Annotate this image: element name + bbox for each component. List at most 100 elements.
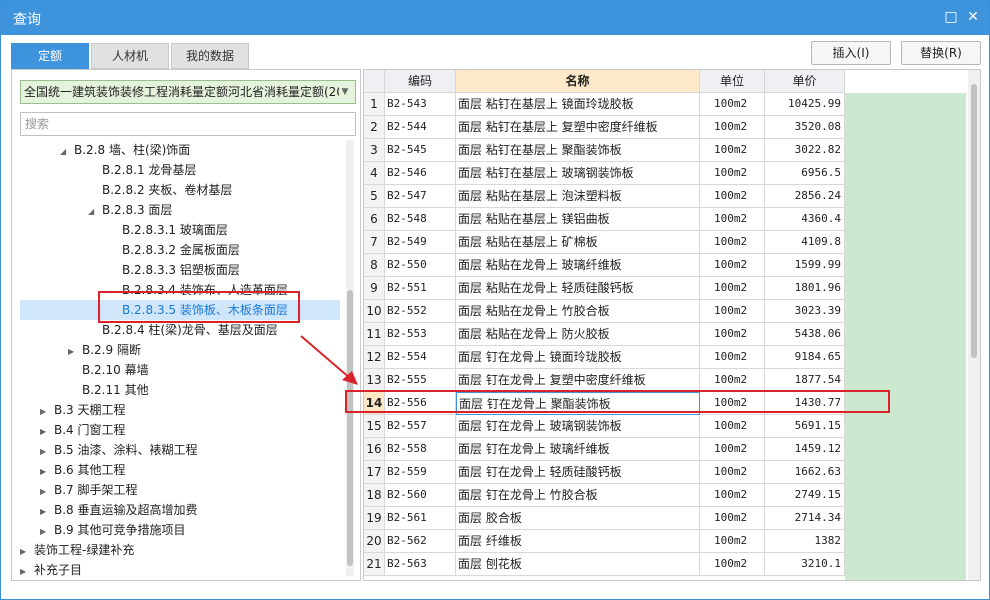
cell-unit[interactable]: 100m2 <box>700 93 765 116</box>
cell-no[interactable]: 14 <box>364 392 385 415</box>
expand-toggle-icon[interactable]: ▶ <box>40 402 54 422</box>
cell-name[interactable]: 面层 钉在龙骨上 镜面玲珑胶板 <box>456 346 700 369</box>
cell-unit[interactable]: 100m2 <box>700 484 765 507</box>
tab-labor-material[interactable]: 人材机 <box>91 43 169 69</box>
cell-name[interactable]: 面层 钉在龙骨上 轻质硅酸钙板 <box>456 461 700 484</box>
cell-unit[interactable]: 100m2 <box>700 277 765 300</box>
cell-price[interactable]: 1877.54 <box>765 369 845 392</box>
cell-unit[interactable]: 100m2 <box>700 162 765 185</box>
column-header[interactable]: 编码 <box>385 70 456 93</box>
expand-toggle-icon[interactable]: ▶ <box>40 442 54 462</box>
cell-no[interactable]: 15 <box>364 415 385 438</box>
cell-name[interactable]: 面层 钉在龙骨上 聚酯装饰板 <box>456 392 700 415</box>
expand-toggle-icon[interactable]: ▶ <box>40 422 54 442</box>
column-header[interactable]: 单价 <box>765 70 845 93</box>
expand-toggle-icon[interactable]: ▶ <box>68 342 82 362</box>
expand-toggle-icon[interactable]: ▶ <box>20 542 34 562</box>
insert-button[interactable]: 插入(I) <box>811 41 891 65</box>
cell-unit[interactable]: 100m2 <box>700 185 765 208</box>
tree-node[interactable]: ▶ 装饰工程-绿建补充 <box>20 540 340 560</box>
tree-node[interactable]: ▶ B.8 垂直运输及超高增加费 <box>20 500 340 520</box>
cell-unit[interactable]: 100m2 <box>700 507 765 530</box>
tree-node[interactable]: B.2.10 幕墙 <box>20 360 340 380</box>
cell-unit[interactable]: 100m2 <box>700 300 765 323</box>
tree-node[interactable]: ▶ B.6 其他工程 <box>20 460 340 480</box>
expand-toggle-icon[interactable]: ▶ <box>40 462 54 482</box>
cell-unit[interactable]: 100m2 <box>700 392 765 415</box>
cell-name[interactable]: 面层 粘钉在基层上 聚酯装饰板 <box>456 139 700 162</box>
cell-no[interactable]: 17 <box>364 461 385 484</box>
cell-name[interactable]: 面层 粘钉在基层上 复塑中密度纤维板 <box>456 116 700 139</box>
cell-unit[interactable]: 100m2 <box>700 438 765 461</box>
cell-no[interactable]: 7 <box>364 231 385 254</box>
cell-unit[interactable]: 100m2 <box>700 346 765 369</box>
close-icon[interactable]: ✕ <box>963 7 983 27</box>
cell-code[interactable]: B2-558 <box>385 438 456 461</box>
tree-node[interactable]: ▶ B.5 油漆、涂料、裱糊工程 <box>20 440 340 460</box>
tree-node[interactable]: B.2.8.4 柱(梁)龙骨、基层及面层 <box>20 320 340 340</box>
column-header[interactable]: 单位 <box>700 70 765 93</box>
cell-code[interactable]: B2-554 <box>385 346 456 369</box>
expand-toggle-icon[interactable]: ▶ <box>40 482 54 502</box>
cell-name[interactable]: 面层 粘贴在基层上 泡沫塑料板 <box>456 185 700 208</box>
cell-no[interactable]: 21 <box>364 553 385 576</box>
tree-node[interactable]: ▶ B.3 天棚工程 <box>20 400 340 420</box>
cell-code[interactable]: B2-547 <box>385 185 456 208</box>
tree-node[interactable]: ◢ B.2.8 墙、柱(梁)饰面 <box>20 140 340 160</box>
tree-node[interactable]: ▶ B.7 脚手架工程 <box>20 480 340 500</box>
tree-node[interactable]: ▶ 补充子目 <box>20 560 340 576</box>
cell-unit[interactable]: 100m2 <box>700 254 765 277</box>
cell-price[interactable]: 1662.63 <box>765 461 845 484</box>
cell-price[interactable]: 1599.99 <box>765 254 845 277</box>
cell-price[interactable]: 6956.5 <box>765 162 845 185</box>
tree-node[interactable]: B.2.8.3.3 铝塑板面层 <box>20 260 340 280</box>
cell-code[interactable]: B2-550 <box>385 254 456 277</box>
tree-node[interactable]: ◢ B.2.8.3 面层 <box>20 200 340 220</box>
cell-price[interactable]: 5438.06 <box>765 323 845 346</box>
cell-no[interactable]: 12 <box>364 346 385 369</box>
cell-name[interactable]: 面层 纤维板 <box>456 530 700 553</box>
cell-name[interactable]: 面层 粘贴在基层上 镁铝曲板 <box>456 208 700 231</box>
tree-node[interactable]: B.2.8.1 龙骨基层 <box>20 160 340 180</box>
cell-no[interactable]: 5 <box>364 185 385 208</box>
cell-name[interactable]: 面层 粘贴在基层上 矿棉板 <box>456 231 700 254</box>
cell-code[interactable]: B2-543 <box>385 93 456 116</box>
cell-code[interactable]: B2-548 <box>385 208 456 231</box>
cell-unit[interactable]: 100m2 <box>700 116 765 139</box>
cell-no[interactable]: 20 <box>364 530 385 553</box>
cell-unit[interactable]: 100m2 <box>700 208 765 231</box>
cell-unit[interactable]: 100m2 <box>700 415 765 438</box>
tree-node[interactable]: B.2.8.3.5 装饰板、木板条面层 <box>20 300 340 320</box>
cell-price[interactable]: 2856.24 <box>765 185 845 208</box>
cell-no[interactable]: 13 <box>364 369 385 392</box>
tab-my-data[interactable]: 我的数据 <box>171 43 249 69</box>
tree-node[interactable]: B.2.8.3.4 装饰布、人造革面层 <box>20 280 340 300</box>
cell-unit[interactable]: 100m2 <box>700 461 765 484</box>
expand-toggle-icon[interactable]: ◢ <box>60 142 74 162</box>
cell-price[interactable]: 1430.77 <box>765 392 845 415</box>
cell-name[interactable]: 面层 胶合板 <box>456 507 700 530</box>
search-input[interactable]: 搜索 <box>20 112 356 136</box>
expand-toggle-icon[interactable]: ◢ <box>88 202 102 222</box>
cell-no[interactable]: 10 <box>364 300 385 323</box>
replace-button[interactable]: 替换(R) <box>901 41 981 65</box>
cell-name[interactable]: 面层 钉在龙骨上 复塑中密度纤维板 <box>456 369 700 392</box>
cell-code[interactable]: B2-546 <box>385 162 456 185</box>
cell-price[interactable]: 3520.08 <box>765 116 845 139</box>
cell-unit[interactable]: 100m2 <box>700 553 765 576</box>
cell-price[interactable]: 3022.82 <box>765 139 845 162</box>
cell-code[interactable]: B2-559 <box>385 461 456 484</box>
cell-name[interactable]: 面层 粘贴在龙骨上 防火胶板 <box>456 323 700 346</box>
cell-name[interactable]: 面层 粘贴在龙骨上 轻质硅酸钙板 <box>456 277 700 300</box>
cell-no[interactable]: 1 <box>364 93 385 116</box>
expand-toggle-icon[interactable]: ▶ <box>40 522 54 542</box>
cell-no[interactable]: 6 <box>364 208 385 231</box>
cell-name[interactable]: 面层 粘贴在龙骨上 玻璃纤维板 <box>456 254 700 277</box>
maximize-icon[interactable]: □ <box>941 7 961 27</box>
cell-code[interactable]: B2-549 <box>385 231 456 254</box>
cell-code[interactable]: B2-557 <box>385 415 456 438</box>
column-header[interactable]: 名称 <box>456 70 700 93</box>
tree-node[interactable]: B.2.8.3.1 玻璃面层 <box>20 220 340 240</box>
tree-node[interactable]: B.2.8.3.2 金属板面层 <box>20 240 340 260</box>
cell-code[interactable]: B2-561 <box>385 507 456 530</box>
